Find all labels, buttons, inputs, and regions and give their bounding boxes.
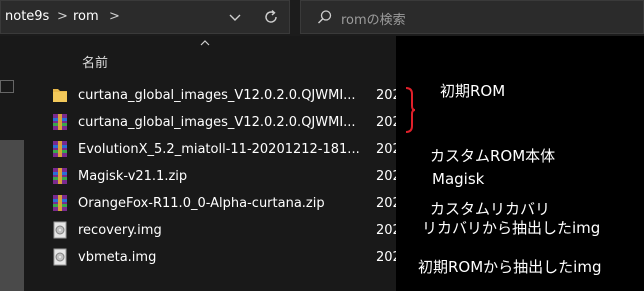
breadcrumb-rom[interactable]: rom [73, 9, 99, 24]
search-icon [317, 9, 333, 25]
search-box[interactable]: romの検索 [300, 0, 644, 34]
disc-image-icon [52, 248, 68, 266]
annotation-label: 初期ROM [440, 82, 506, 100]
file-row[interactable]: curtana_global_images_V12.0.2.0.QJWMI...… [30, 111, 409, 135]
disc-image-icon [52, 221, 68, 239]
file-row[interactable]: recovery.img 2020 [30, 219, 409, 243]
refresh-icon[interactable] [263, 9, 279, 25]
file-row[interactable]: curtana_global_images_V12.0.2.0.QJWMI...… [30, 84, 409, 108]
file-name: vbmeta.img [78, 250, 157, 265]
breadcrumb-separator[interactable]: > [57, 9, 68, 24]
archive-icon [52, 194, 68, 212]
file-name: curtana_global_images_V12.0.2.0.QJWMI... [78, 115, 356, 130]
chevron-down-icon[interactable] [229, 11, 241, 23]
annotation-label: リカバリから抽出したimg [422, 219, 601, 237]
breadcrumb-separator[interactable]: > [109, 9, 120, 24]
file-row[interactable]: OrangeFox-R11.0_0-Alpha-curtana.zip 2020 [30, 192, 409, 216]
annotation-label: カスタムリカバリ [430, 200, 551, 218]
file-name: curtana_global_images_V12.0.2.0.QJWMI... [78, 88, 356, 103]
file-name: recovery.img [78, 223, 162, 238]
file-row[interactable]: vbmeta.img 2020 [30, 246, 409, 270]
annotation-label: カスタムROM本体 [430, 147, 556, 165]
folder-icon [52, 86, 68, 104]
file-name: EvolutionX_5.2_miatoll-11-20201212-181..… [78, 142, 360, 157]
archive-icon [52, 113, 68, 131]
archive-icon [52, 167, 68, 185]
navigation-scrollbar[interactable] [0, 140, 24, 291]
address-bar[interactable]: note9s > rom > [0, 0, 290, 34]
file-name: Magisk-v21.1.zip [78, 169, 188, 184]
annotation-label: 初期ROMから抽出したimg [418, 258, 602, 276]
column-name[interactable]: 名前 [82, 52, 108, 71]
archive-icon [52, 140, 68, 158]
file-row[interactable]: Magisk-v21.1.zip 2020 [30, 165, 409, 189]
pin-icon[interactable] [0, 80, 14, 93]
sort-ascending-icon [200, 40, 210, 46]
breadcrumb-note9s[interactable]: note9s [5, 9, 49, 24]
file-name: OrangeFox-R11.0_0-Alpha-curtana.zip [78, 196, 325, 211]
annotation-label: Magisk [432, 170, 485, 188]
title-bar: note9s > rom > romの検索 [0, 0, 644, 36]
search-input[interactable]: romの検索 [341, 9, 406, 28]
bracket-annotation [404, 86, 416, 134]
file-row[interactable]: EvolutionX_5.2_miatoll-11-20201212-181..… [30, 138, 409, 162]
